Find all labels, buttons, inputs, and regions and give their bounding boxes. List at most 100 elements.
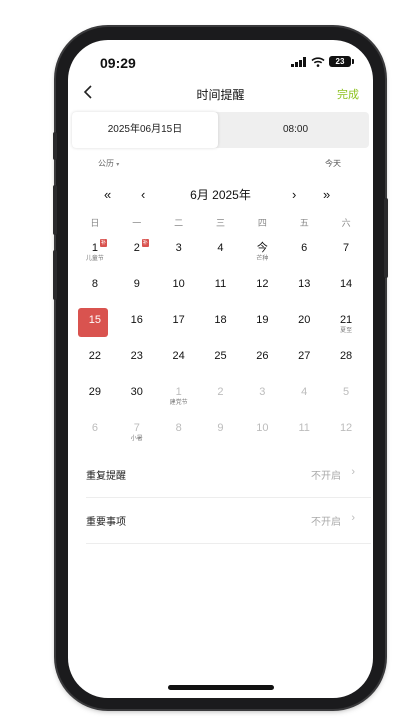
weekday-label: 一 [132, 218, 142, 228]
day-number: 7 [133, 422, 140, 434]
weekday-label: 四 [257, 218, 267, 228]
day-number: 4 [217, 242, 224, 254]
calendar-day[interactable]: 3 [241, 383, 283, 419]
weekday-label: 六 [341, 218, 351, 228]
day-number: 4 [301, 386, 308, 398]
chevron-right-icon: › [351, 466, 355, 478]
day-number: 10 [172, 278, 185, 290]
status-time: 09:29 [100, 55, 136, 71]
next-month-button[interactable]: › [292, 186, 296, 204]
calendar-day[interactable]: 24 [158, 347, 200, 383]
calendar-day[interactable]: 5 [325, 383, 367, 419]
day-festival-label: 小暑 [130, 436, 143, 442]
calendar-grid: 1 补儿童节 2 补 3 4 今芒种 6 7 8 9 10 11 12 13 14 15 16 17 18 19 20 21… [74, 239, 367, 455]
day-number: 11 [298, 422, 310, 434]
calendar-day[interactable]: 4 [200, 239, 242, 275]
day-number: 6 [301, 242, 308, 254]
repeat-reminder-row[interactable]: 重复提醒 不开启 › [86, 452, 371, 498]
calendar-day[interactable]: 10 [241, 419, 283, 455]
calendar-day[interactable]: 13 [283, 275, 325, 311]
day-number: 17 [172, 314, 185, 326]
calendar-day[interactable]: 28 [325, 347, 367, 383]
weekday-label: 五 [299, 218, 309, 228]
calendar-day[interactable]: 23 [116, 347, 158, 383]
day-number: 25 [214, 350, 227, 362]
calendar-day[interactable]: 1 补儿童节 [74, 239, 116, 275]
time-tab[interactable]: 08:00 [222, 112, 369, 148]
calendar-day[interactable]: 11 [283, 419, 325, 455]
navigation-bar: 时间提醒 完成 [68, 82, 373, 106]
calendar-type-selector[interactable]: 公历 ▾ [98, 158, 119, 169]
day-number: 15 [88, 314, 102, 326]
calendar-day[interactable]: 20 [283, 311, 325, 347]
calendar-day[interactable]: 30 [116, 383, 158, 419]
calendar-day[interactable]: 27 [283, 347, 325, 383]
day-festival-label: 儿童节 [85, 256, 104, 262]
setting-label: 重要事项 [86, 517, 126, 528]
calendar-day[interactable]: 21 夏至 [325, 311, 367, 347]
calendar-day[interactable]: 6 [74, 419, 116, 455]
side-button-action [53, 132, 57, 160]
calendar-day[interactable]: 19 [241, 311, 283, 347]
weekday-label: 日 [90, 218, 100, 228]
screen: 09:29 23 时间提醒 完成 2025年06月15日 08:00 公历 ▾ … [68, 40, 373, 698]
calendar-day[interactable]: 8 [74, 275, 116, 311]
calendar-day-selected[interactable]: 15 [74, 308, 116, 347]
home-indicator [168, 685, 274, 690]
day-number: 16 [130, 314, 143, 326]
calendar-day[interactable]: 14 [325, 275, 367, 311]
calendar-day[interactable]: 8 [158, 419, 200, 455]
next-year-button[interactable]: » [323, 186, 330, 204]
calendar-day[interactable]: 6 [283, 239, 325, 275]
day-number: 6 [91, 422, 98, 434]
calendar-day[interactable]: 29 [74, 383, 116, 419]
calendar-day[interactable]: 1 建党节 [158, 383, 200, 419]
date-time-segmented-control: 2025年06月15日 08:00 [72, 112, 369, 148]
day-number: 12 [256, 278, 269, 290]
side-button-volume-down [53, 250, 57, 300]
calendar-day[interactable]: 25 [200, 347, 242, 383]
calendar-day[interactable]: 3 [158, 239, 200, 275]
day-festival-label: 芒种 [256, 256, 269, 262]
calendar-day[interactable]: 26 [241, 347, 283, 383]
calendar-day[interactable]: 9 [116, 275, 158, 311]
calendar-day[interactable]: 9 [200, 419, 242, 455]
done-button[interactable]: 完成 [337, 86, 359, 102]
side-button-power [384, 198, 388, 278]
day-number: 24 [172, 350, 185, 362]
day-number: 20 [298, 314, 311, 326]
calendar-day[interactable]: 16 [116, 311, 158, 347]
calendar-day[interactable]: 17 [158, 311, 200, 347]
date-tab[interactable]: 2025年06月15日 [72, 112, 218, 148]
calendar-day[interactable]: 7 [325, 239, 367, 275]
month-navigation: « ‹ 6月 2025年 › » [68, 186, 373, 206]
calendar-day[interactable]: 今芒种 [241, 239, 283, 275]
holiday-badge: 补 [141, 239, 149, 247]
day-number: 2 [217, 386, 224, 398]
today-button[interactable]: 今天 [325, 158, 341, 169]
day-number: 12 [339, 422, 353, 434]
calendar-day[interactable]: 22 [74, 347, 116, 383]
day-number: 29 [88, 386, 102, 398]
day-number: 27 [298, 350, 311, 362]
calendar-day[interactable]: 4 [283, 383, 325, 419]
day-number: 8 [175, 422, 182, 434]
day-number: 3 [175, 242, 182, 254]
calendar-day[interactable]: 2补 [116, 239, 158, 275]
calendar-day[interactable]: 7 小暑 [116, 419, 158, 455]
day-number: 1 [175, 386, 182, 398]
calendar-day[interactable]: 10 [158, 275, 200, 311]
calendar-day[interactable]: 18 [200, 311, 242, 347]
weekday-label: 三 [215, 218, 225, 228]
calendar-day[interactable]: 2 [200, 383, 242, 419]
day-number: 7 [343, 242, 350, 254]
calendar-day[interactable]: 12 [325, 419, 367, 455]
day-number: 5 [343, 386, 350, 398]
weekday-header: 日 一 二 三 四 五 六 [74, 216, 367, 229]
side-button-volume-up [53, 185, 57, 235]
day-number: 9 [133, 278, 140, 290]
day-festival-label: 建党节 [169, 400, 188, 406]
important-item-row[interactable]: 重要事项 不开启 › [86, 498, 371, 544]
calendar-day[interactable]: 11 [200, 275, 242, 311]
calendar-day[interactable]: 12 [241, 275, 283, 311]
